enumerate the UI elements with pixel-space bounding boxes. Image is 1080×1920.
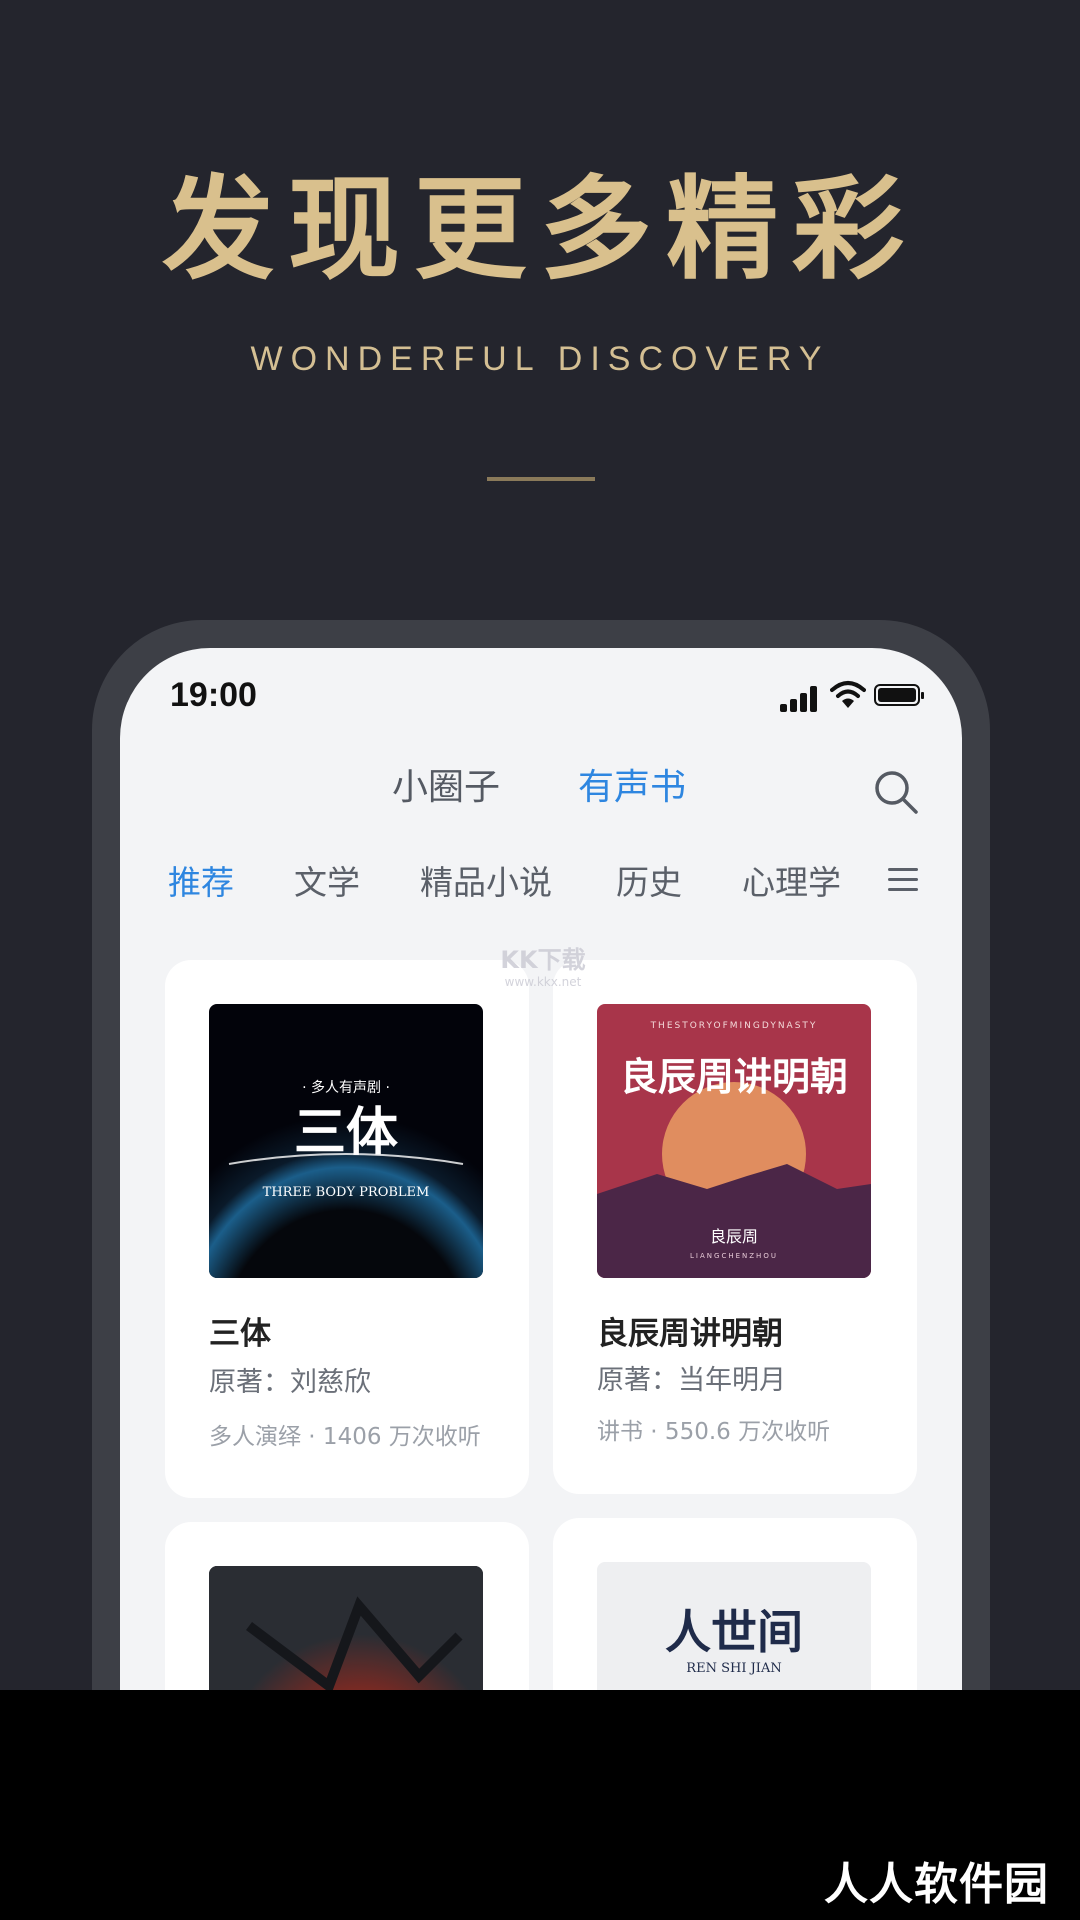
book-cover-ren-shi-jian: 人世间 REN SHI JIAN [597,1562,871,1690]
brand-watermark: 人人软件园 [824,1859,1049,1910]
category-literature[interactable]: 文学 [294,856,360,904]
category-history[interactable]: 历史 [616,856,682,904]
category-tabs: 推荐 文学 精品小说 历史 心理学 [120,856,962,912]
battery-icon [874,684,924,706]
watermark-line1: KK下载 [500,946,586,974]
book-cover-three-body: · 多人有声剧 · 三体 THREE BODY PROBLEM [209,1004,483,1278]
category-novels[interactable]: 精品小说 [420,856,552,904]
cover-main-text: 人世间 [665,1605,803,1659]
tab-audiobook[interactable]: 有声书 [578,758,686,810]
book-card-3[interactable] [165,1522,529,1690]
book-author: 原著：刘慈欣 [209,1367,371,1398]
book-stats: 讲书 · 550.6 万次收听 [597,1419,831,1445]
cover-tag-text: · 多人有声剧 · [302,1079,390,1096]
book-cover-ming-dynasty: THESTORYOFMINGDYNASTY 良辰周讲明朝 良辰周 LIANGCH… [597,1004,871,1278]
page: 发现更多精彩 WONDERFUL DISCOVERY 19:00 小圈子 有声书… [0,0,1080,1920]
tab-circle[interactable]: 小圈子 [392,758,500,810]
category-recommend[interactable]: 推荐 [168,856,234,904]
main-tabs: 小圈子 有声书 [120,758,962,818]
book-title: 三体 [209,1316,271,1352]
search-icon[interactable] [872,768,920,816]
promo-background: 发现更多精彩 WONDERFUL DISCOVERY 19:00 小圈子 有声书… [0,0,1080,1690]
book-cover-fire [209,1566,483,1690]
status-bar: 19:00 [120,676,962,726]
category-menu-icon[interactable] [888,868,918,894]
category-psychology[interactable]: 心理学 [742,856,841,904]
book-card-three-body[interactable]: · 多人有声剧 · 三体 THREE BODY PROBLEM 三体 原著：刘慈… [165,960,529,1498]
status-time: 19:00 [170,676,257,714]
watermark: KK下载 www.kkx.net [483,940,603,990]
wifi-icon [830,681,866,708]
cellular-signal-icon [780,686,820,712]
cover-main-text: 良辰周讲明朝 [620,1055,848,1099]
cover-sub-text: 良辰周 [710,1227,758,1246]
promo-divider [487,477,595,481]
book-card-ming-dynasty[interactable]: THESTORYOFMINGDYNASTY 良辰周讲明朝 良辰周 LIANGCH… [553,960,917,1494]
promo-headline: 发现更多精彩 [162,164,918,295]
book-card-4[interactable]: 人世间 REN SHI JIAN [553,1518,917,1690]
cover-tag-text: THESTORYOFMINGDYNASTY [650,1021,818,1031]
cover-main-text: 三体 [294,1103,398,1163]
watermark-line2: www.kkx.net [504,975,582,989]
book-author: 原著：当年明月 [597,1365,786,1396]
promo-subline: WONDERFUL DISCOVERY [250,340,830,378]
cover-sub2-text: LIANGCHENZHOU [690,1252,778,1260]
phone-screen: 19:00 小圈子 有声书 推荐 文学 精品小说 历史 心理学 · 多人有声剧 … [120,648,962,1690]
book-stats: 多人演绎 · 1406 万次收听 [209,1424,481,1450]
cover-sub-text: REN SHI JIAN [686,1661,781,1676]
cover-sub-text: THREE BODY PROBLEM [263,1185,430,1200]
book-title: 良辰周讲明朝 [597,1316,783,1352]
